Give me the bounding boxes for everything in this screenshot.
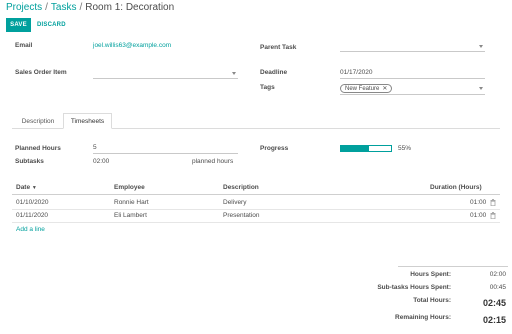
cell-employee: Ronnie Hart [114, 199, 149, 206]
breadcrumb-tasks[interactable]: Tasks [51, 2, 77, 13]
tab-timesheets[interactable]: Timesheets [63, 113, 112, 129]
subtasks-hours-spent-value: 00:45 [489, 284, 506, 291]
breadcrumb-current: Room 1: Decoration [85, 2, 175, 13]
subtasks-hours-spent-label: Sub-tasks Hours Spent: [377, 284, 451, 291]
breadcrumb: Projects / Tasks / Room 1: Decoration [6, 2, 174, 13]
column-header-date-label: Date [16, 184, 31, 191]
table-header-divider [12, 194, 500, 195]
field-underline [93, 153, 238, 154]
cell-date: 01/11/2020 [16, 212, 49, 219]
field-underline [340, 78, 485, 79]
chevron-down-icon[interactable] [479, 87, 483, 90]
subtasks-value: 02:00 [93, 158, 110, 165]
hours-spent-value: 02:00 [489, 271, 506, 278]
close-icon[interactable]: ✕ [382, 85, 387, 92]
deadline-label: Deadline [260, 69, 288, 76]
parent-task-label: Parent Task [260, 44, 297, 51]
planned-hours-input[interactable]: 5 [93, 144, 238, 154]
planned-hours-label: Planned Hours [15, 145, 61, 152]
sort-down-icon: ▼ [31, 185, 37, 191]
total-hours-value: 02:45 [482, 298, 506, 308]
column-header-date[interactable]: Date ▼ [16, 184, 37, 191]
progress-fill [341, 146, 369, 151]
breadcrumb-projects[interactable]: Projects [6, 2, 42, 13]
trash-icon[interactable] [490, 199, 496, 206]
cell-duration: 01:00 [470, 199, 487, 206]
subtasks-suffix: planned hours [192, 158, 234, 165]
cell-employee: Eli Lambert [114, 212, 147, 219]
tag-label: New Feature [345, 85, 380, 92]
chevron-down-icon[interactable] [479, 45, 483, 48]
add-line-link[interactable]: Add a line [16, 226, 45, 233]
cell-date: 01/10/2020 [16, 199, 49, 206]
totals-divider [398, 266, 508, 267]
tab-description[interactable]: Description [13, 114, 63, 129]
breadcrumb-separator: / [45, 2, 48, 13]
email-field[interactable]: joel.willis63@example.com [93, 42, 171, 49]
deadline-field[interactable]: 01/17/2020 [340, 69, 485, 79]
field-underline [340, 51, 485, 52]
subtasks-label: Subtasks [15, 158, 44, 165]
remaining-hours-label: Remaining Hours: [395, 314, 451, 321]
email-label: Email [15, 42, 33, 49]
planned-hours-value: 5 [93, 144, 97, 151]
parent-task-field[interactable] [340, 42, 485, 52]
cell-description: Presentation [223, 212, 260, 219]
breadcrumb-separator: / [79, 2, 83, 13]
sales-order-item-label: Sales Order Item [15, 69, 67, 76]
sales-order-item-field[interactable] [93, 69, 238, 79]
row-divider [12, 222, 500, 223]
cell-description: Delivery [223, 199, 247, 206]
progress-text: 55% [398, 145, 412, 152]
hours-spent-label: Hours Spent: [410, 271, 451, 278]
discard-button[interactable]: DISCARD [37, 18, 66, 32]
field-underline [93, 78, 238, 79]
field-underline [340, 94, 485, 95]
tags-label: Tags [260, 84, 275, 91]
chevron-down-icon[interactable] [232, 72, 236, 75]
trash-icon[interactable] [490, 212, 496, 219]
total-hours-label: Total Hours: [413, 297, 451, 304]
progress-label: Progress [260, 145, 289, 152]
save-button[interactable]: SAVE [6, 18, 31, 32]
column-header-employee[interactable]: Employee [114, 184, 145, 191]
tag-new-feature[interactable]: New Feature ✕ [340, 84, 393, 93]
remaining-hours-value: 02:15 [482, 315, 506, 325]
column-header-description[interactable]: Description [223, 184, 259, 191]
cell-duration: 01:00 [470, 212, 487, 219]
deadline-value: 01/17/2020 [340, 69, 373, 76]
column-header-duration[interactable]: Duration (Hours) [430, 184, 482, 191]
progress-bar [340, 145, 392, 152]
